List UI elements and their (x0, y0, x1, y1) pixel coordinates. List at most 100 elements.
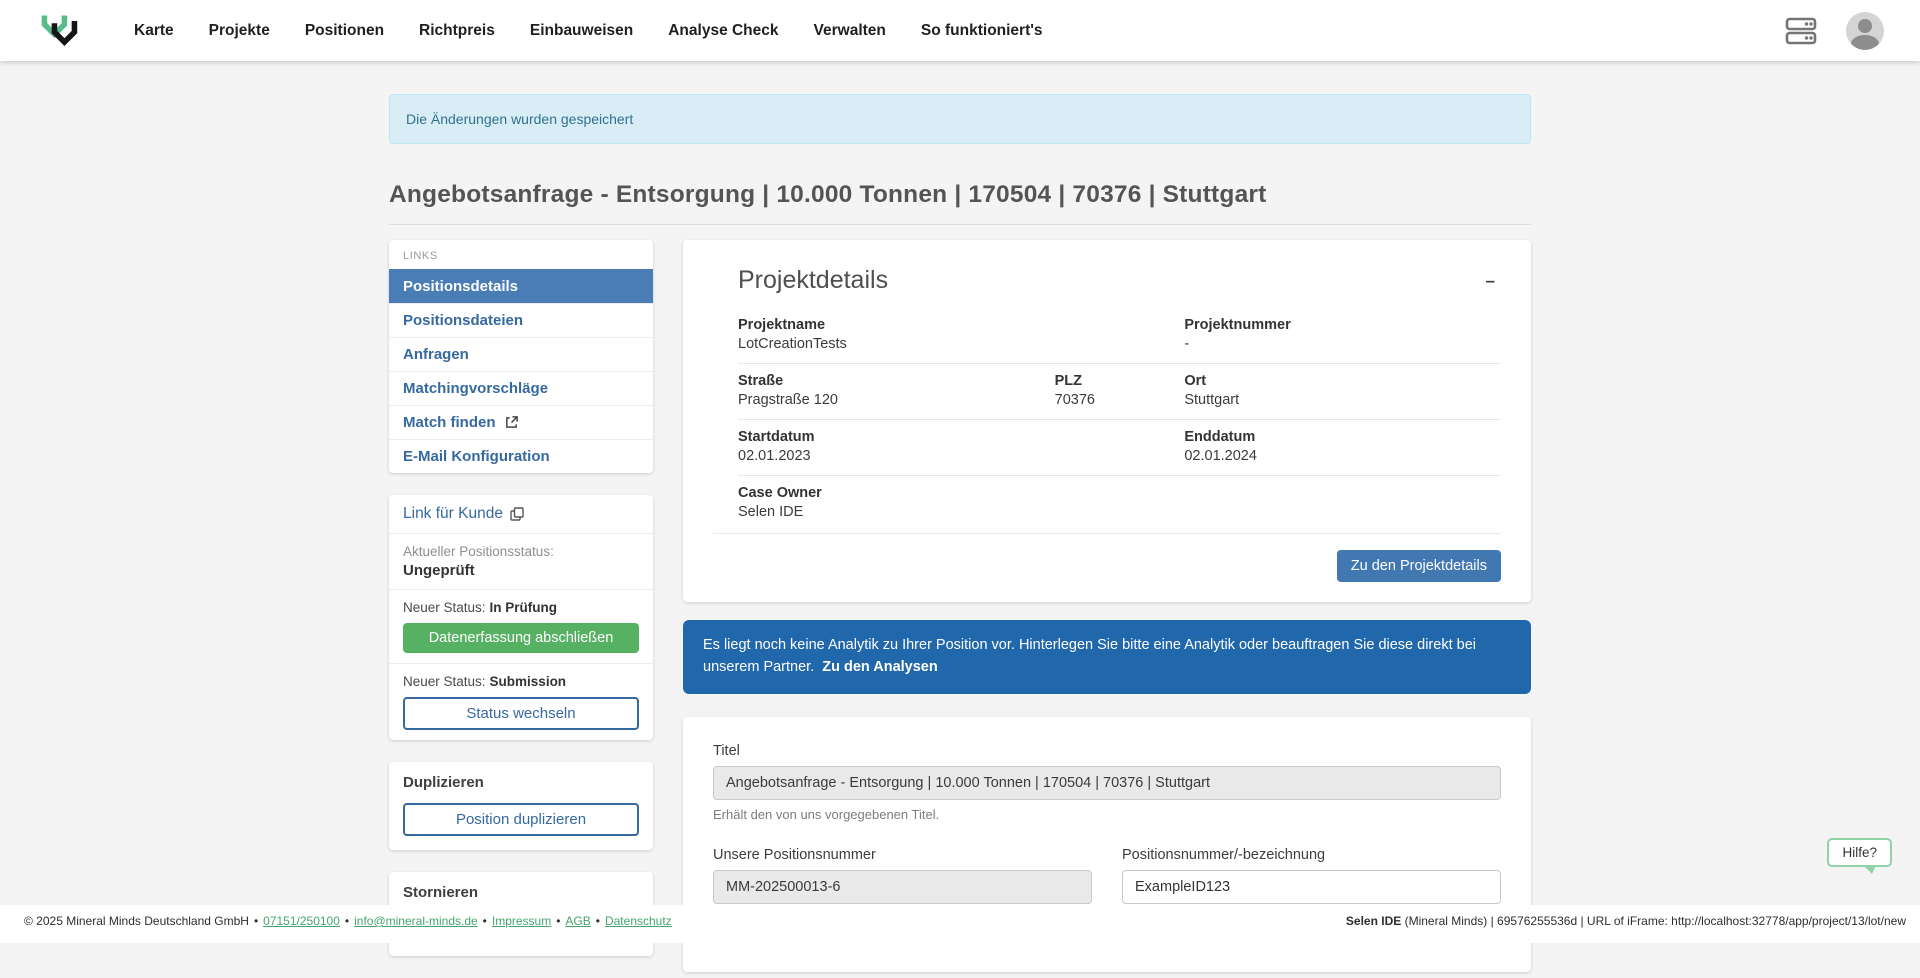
title-field-label: Titel (713, 743, 1501, 759)
customer-link[interactable]: Link für Kunde (403, 505, 639, 523)
field-value: 70376 (1055, 392, 1185, 408)
footer-datenschutz-link[interactable]: Datenschutz (605, 914, 672, 928)
duplicate-position-button[interactable]: Position duplizieren (403, 803, 639, 836)
position-number-input[interactable] (1122, 870, 1501, 904)
analytics-banner: Es liegt noch keine Analytik zu Ihrer Po… (683, 620, 1531, 694)
nav-item-analyse-check[interactable]: Analyse Check (668, 22, 778, 40)
collapse-icon[interactable]: – (1480, 272, 1501, 289)
nav-item-einbauweisen[interactable]: Einbauweisen (530, 22, 633, 40)
nav-item-projekte[interactable]: Projekte (209, 22, 270, 40)
project-row-owner: Case Owner Selen IDE (738, 475, 1501, 531)
field-case-owner: Case Owner Selen IDE (738, 485, 1501, 520)
current-status-value: Ungeprüft (403, 562, 639, 579)
nav-links: Karte Projekte Positionen Richtpreis Ein… (134, 22, 1784, 40)
sidebar-item-positionsdateien[interactable]: Positionsdateien (389, 303, 653, 337)
nav-item-richtpreis[interactable]: Richtpreis (419, 22, 495, 40)
sidebar-item-matchingvorschlaege[interactable]: Matchingvorschläge (389, 371, 653, 405)
cancel-card-title: Stornieren (389, 872, 653, 905)
footer-user-name: Selen IDE (1346, 914, 1401, 928)
position-number-label: Positionsnummer/-bezeichnung (1122, 847, 1501, 863)
user-avatar[interactable] (1846, 12, 1884, 50)
field-value: Stuttgart (1184, 392, 1501, 408)
footer-separator: • (254, 914, 258, 928)
sidebar-item-anfragen[interactable]: Anfragen (389, 337, 653, 371)
go-to-analyses-link[interactable]: Zu den Analysen (822, 659, 937, 675)
field-label: Projektname (738, 317, 1184, 333)
saved-alert: Die Änderungen wurden gespeichert (389, 94, 1531, 144)
sidebar-item-label: Match finden (403, 414, 496, 431)
title-help-text: Erhält den von uns vorgegebenen Titel. (713, 807, 1501, 822)
field-label: Projektnummer (1184, 317, 1501, 333)
new-status-value: Submission (490, 674, 567, 689)
sidebar: LINKS Positionsdetails Positionsdateien … (389, 240, 653, 978)
field-value: 02.01.2023 (738, 448, 1184, 464)
complete-data-entry-button[interactable]: Datenerfassung abschließen (403, 623, 639, 653)
sidebar-item-label: Anfragen (403, 346, 469, 363)
sidebar-item-label: Matchingvorschläge (403, 380, 548, 397)
new-status-section-2: Neuer Status: Submission Status wechseln (389, 663, 653, 740)
project-row-address: Straße Pragstraße 120 PLZ 70376 Ort Stut… (738, 363, 1501, 419)
footer-separator: • (596, 914, 600, 928)
nav-item-karte[interactable]: Karte (134, 22, 174, 40)
current-status-section: Aktueller Positionsstatus: Ungeprüft (389, 533, 653, 589)
footer-impressum-link[interactable]: Impressum (492, 914, 551, 928)
duplicate-card: Duplizieren Position duplizieren (389, 762, 653, 850)
project-details-grid: Projektname LotCreationTests Projektnumm… (738, 317, 1501, 531)
status-card: Link für Kunde Aktueller Positionsstatus… (389, 495, 653, 740)
our-number-input (713, 870, 1092, 904)
new-status-line-2: Neuer Status: Submission (403, 674, 639, 689)
nav-item-verwalten[interactable]: Verwalten (814, 22, 886, 40)
field-value: - (1184, 336, 1501, 352)
footer-session-details: (Mineral Minds) | 69576255536d | URL of … (1401, 914, 1906, 928)
new-status-label: Neuer Status: (403, 674, 486, 689)
current-status-label: Aktueller Positionsstatus: (403, 544, 639, 559)
analytics-banner-text: Es liegt noch keine Analytik zu Ihrer Po… (703, 637, 1476, 675)
new-status-line-1: Neuer Status:In Prüfung (403, 600, 639, 615)
mineral-minds-logo[interactable] (40, 13, 80, 49)
field-strasse: Straße Pragstraße 120 (738, 373, 1055, 408)
footer-bar: © 2025 Mineral Minds Deutschland GmbH • … (0, 905, 1920, 943)
avatar-head-icon (1858, 19, 1872, 33)
nav-item-positionen[interactable]: Positionen (305, 22, 384, 40)
topbar-right (1784, 12, 1884, 50)
field-ort: Ort Stuttgart (1184, 373, 1501, 408)
footer-phone-link[interactable]: 07151/250100 (263, 914, 340, 928)
field-value: Selen IDE (738, 504, 1501, 520)
sidebar-item-match-finden[interactable]: Match finden (389, 405, 653, 439)
switch-status-button[interactable]: Status wechseln (403, 697, 639, 730)
avatar-body-icon (1851, 35, 1879, 50)
field-label: PLZ (1055, 373, 1185, 389)
sidebar-item-email-konfiguration[interactable]: E-Mail Konfiguration (389, 439, 653, 473)
help-button[interactable]: Hilfe? (1827, 838, 1892, 867)
new-status-section-1: Neuer Status:In Prüfung Datenerfassung a… (389, 589, 653, 663)
customer-link-label: Link für Kunde (403, 505, 503, 523)
sidebar-item-label: Positionsdateien (403, 312, 523, 329)
footer-left: © 2025 Mineral Minds Deutschland GmbH • … (24, 914, 672, 928)
go-to-project-details-button[interactable]: Zu den Projektdetails (1337, 550, 1501, 582)
footer-separator: • (345, 914, 349, 928)
field-projektname: Projektname LotCreationTests (738, 317, 1184, 352)
new-status-value: In Prüfung (490, 600, 558, 615)
field-projektnummer: Projektnummer - (1184, 317, 1501, 352)
duplicate-card-body: Position duplizieren (389, 803, 653, 850)
footer-agb-link[interactable]: AGB (565, 914, 590, 928)
our-number-label: Unsere Positionsnummer (713, 847, 1092, 863)
main-column: Projektdetails – Projektname LotCreation… (683, 240, 1531, 972)
footer-email-link[interactable]: info@mineral-minds.de (354, 914, 478, 928)
field-label: Startdatum (738, 429, 1184, 445)
top-navigation-bar: Karte Projekte Positionen Richtpreis Ein… (0, 0, 1920, 61)
server-icon[interactable] (1784, 16, 1818, 46)
copy-icon (510, 507, 524, 521)
footer-session-info: Selen IDE (Mineral Minds) | 69576255536d… (1346, 914, 1906, 928)
field-label: Ort (1184, 373, 1501, 389)
project-details-footer: Zu den Projektdetails (713, 533, 1501, 602)
saved-alert-text: Die Änderungen wurden gespeichert (406, 111, 633, 127)
links-card-header: LINKS (389, 240, 653, 269)
page-title: Angebotsanfrage - Entsorgung | 10.000 To… (389, 181, 1531, 225)
nav-item-so-funktionierts[interactable]: So funktioniert's (921, 22, 1043, 40)
footer-copyright: © 2025 Mineral Minds Deutschland GmbH (24, 914, 249, 928)
field-value: LotCreationTests (738, 336, 1184, 352)
sidebar-item-positionsdetails[interactable]: Positionsdetails (389, 269, 653, 303)
logo-icon (40, 13, 80, 49)
project-details-card: Projektdetails – Projektname LotCreation… (683, 240, 1531, 602)
